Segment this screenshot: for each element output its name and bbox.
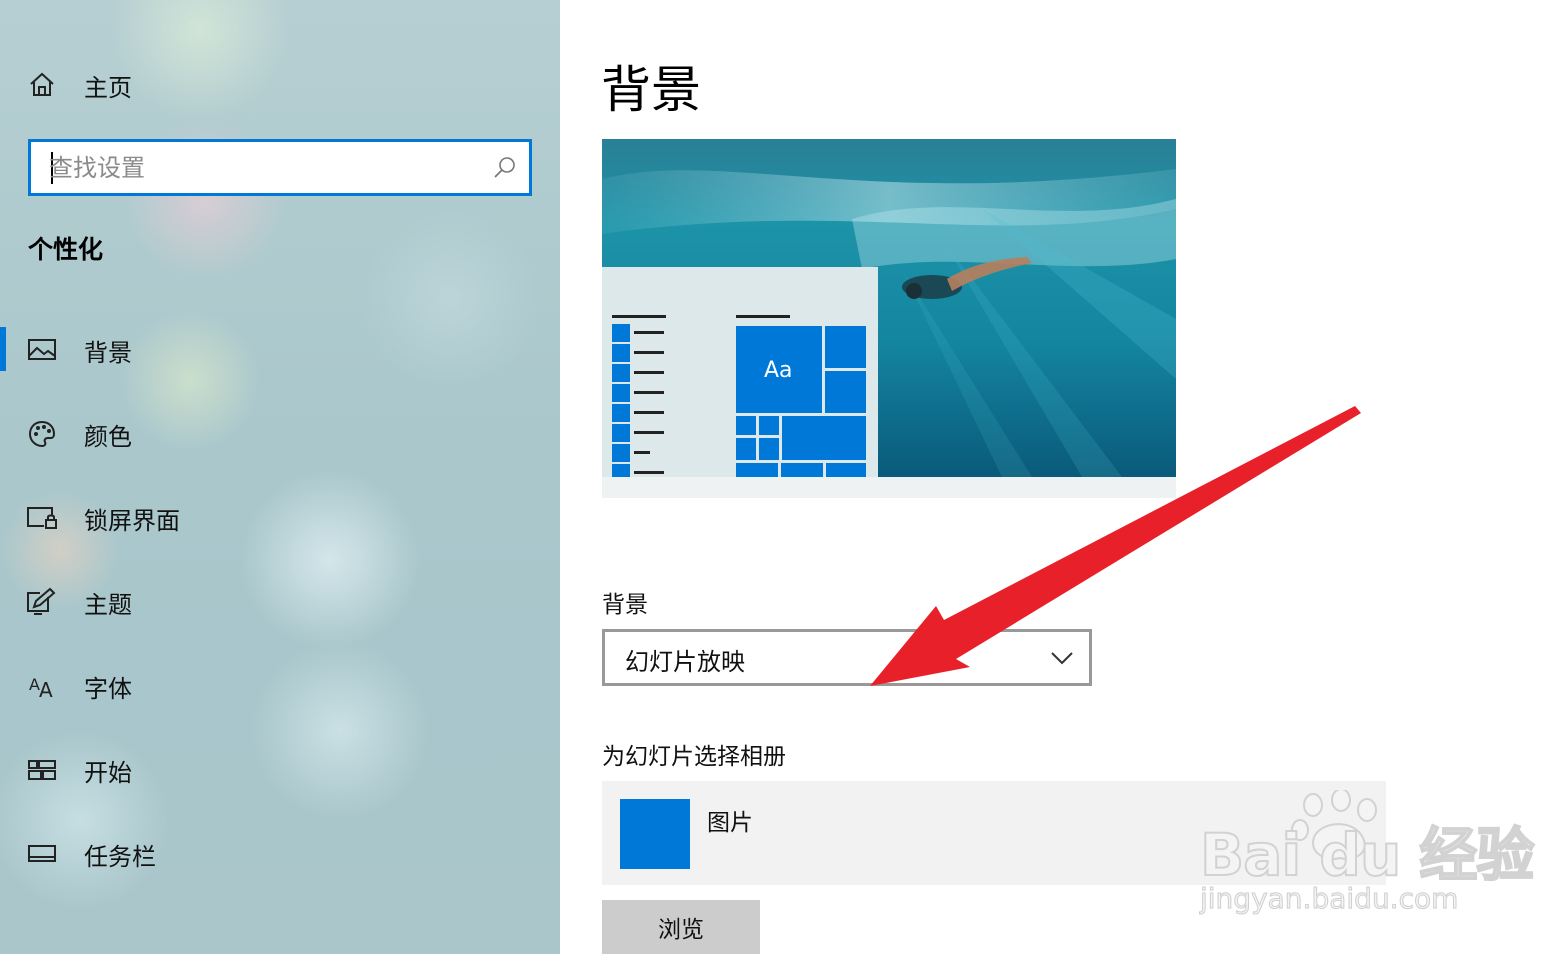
page-title: 背景 <box>601 61 701 119</box>
sidebar-item-taskbar[interactable]: 任务栏 <box>0 824 560 884</box>
browse-button[interactable]: 浏览 <box>602 900 760 954</box>
theme-brush-icon <box>26 586 58 618</box>
start-tiles-icon <box>26 754 58 786</box>
chevron-down-icon <box>1049 645 1075 671</box>
sidebar-item-lock-screen[interactable]: 锁屏界面 <box>0 488 560 548</box>
sidebar-item-colors[interactable]: 颜色 <box>0 404 560 464</box>
sidebar-item-home-label: 主页 <box>84 73 132 102</box>
sidebar-item-label: 锁屏界面 <box>84 506 180 535</box>
picture-icon <box>26 334 58 366</box>
sidebar-item-themes[interactable]: 主题 <box>0 572 560 632</box>
album-item[interactable]: 图片 <box>602 781 1386 885</box>
preview-start-window: Aa <box>602 267 878 477</box>
dropdown-selected-value: 幻灯片放映 <box>625 648 745 676</box>
settings-window: 主页 个性化 背景 <box>0 0 1561 954</box>
background-type-dropdown[interactable]: 幻灯片放映 <box>602 629 1092 686</box>
lock-screen-icon <box>26 502 58 534</box>
sidebar-item-label: 字体 <box>84 674 132 703</box>
sidebar-item-label: 主题 <box>84 590 132 619</box>
sidebar-item-label: 开始 <box>84 758 132 787</box>
sidebar-item-label: 背景 <box>84 338 132 367</box>
svg-text:A: A <box>39 678 53 700</box>
desktop-preview: Aa <box>602 139 1176 498</box>
sidebar-item-fonts[interactable]: A A 字体 <box>0 656 560 716</box>
sidebar: 主页 个性化 背景 <box>0 0 560 954</box>
search-box[interactable] <box>28 139 532 196</box>
background-setting-label: 背景 <box>602 592 648 618</box>
watermark-url: jingyan.baidu.com <box>1199 882 1459 916</box>
album-setting-label: 为幻灯片选择相册 <box>602 744 786 770</box>
preview-tile-text: Aa <box>764 358 793 383</box>
sidebar-item-label: 颜色 <box>84 422 132 451</box>
search-icon[interactable] <box>493 155 517 179</box>
sidebar-item-label: 任务栏 <box>84 842 156 871</box>
album-name: 图片 <box>707 810 753 836</box>
album-thumbnail <box>620 799 690 869</box>
palette-icon <box>26 418 58 450</box>
section-heading: 个性化 <box>28 235 104 264</box>
home-icon <box>26 69 58 101</box>
taskbar-icon <box>26 838 58 870</box>
sidebar-item-background[interactable]: 背景 <box>0 320 560 380</box>
sidebar-item-start[interactable]: 开始 <box>0 740 560 800</box>
sidebar-item-home[interactable]: 主页 <box>0 55 560 115</box>
search-input[interactable] <box>49 142 479 193</box>
font-icon: A A <box>26 670 58 702</box>
